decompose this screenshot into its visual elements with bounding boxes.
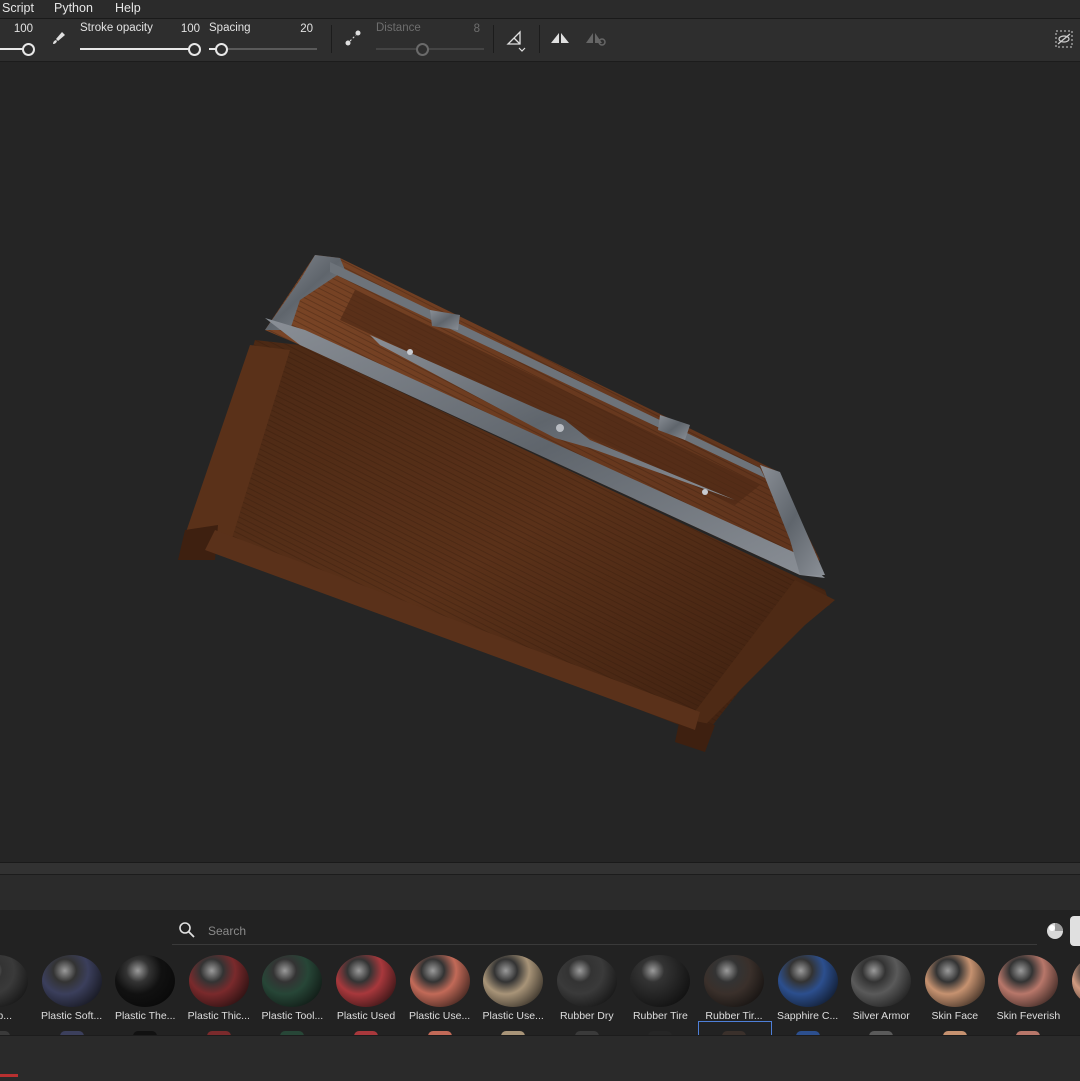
material-sphere [704,955,764,1007]
material-sphere [924,955,985,1007]
distance-handle[interactable] [416,43,429,56]
toolbar-divider [539,25,540,53]
material-label: Rubber Tire [632,1010,688,1022]
material-thumbnail[interactable]: Plastic Used [330,953,402,1033]
stroke-opacity-slider[interactable] [80,48,192,50]
material-label: Rubber Tir... [705,1010,763,1022]
material-sphere [409,955,470,1007]
symmetry-settings-icon[interactable] [584,27,606,49]
material-label: Skin... [1066,1010,1080,1022]
material-label: Rub... [0,1010,12,1022]
material-thumbnail[interactable]: Plastic The... [109,953,181,1033]
3d-viewport[interactable] [0,62,1080,862]
shelf-options-button[interactable] [1070,916,1080,946]
menu-bar: Script Python Help [0,0,1080,19]
stroke-opacity-handle[interactable] [188,43,201,56]
material-thumbnail[interactable]: Plastic Use... [477,953,549,1033]
material-label: Plastic Soft... [40,1010,103,1022]
menu-help[interactable]: Help [115,1,141,15]
material-thumbnail[interactable]: Plastic Use... [404,953,476,1033]
menu-script[interactable]: Script [2,1,34,15]
spacing-label: Spacing [209,22,251,34]
material-sphere [483,955,544,1007]
distance-value[interactable]: 8 [455,23,480,35]
material-sphere [41,955,102,1007]
material-thumbnail[interactable]: Rubber Tir... [698,953,772,1036]
material-sphere [115,955,176,1007]
material-sphere [998,955,1059,1007]
search-icon [178,921,196,944]
material-label: Plastic Used [336,1010,396,1022]
material-label: Plastic Tool... [261,1010,324,1022]
material-sphere [262,955,323,1007]
toolbar-divider [331,25,332,53]
material-label: Skin Feverish [996,1010,1061,1022]
material-sphere [556,955,617,1007]
wooden-chest-model [178,255,835,752]
symmetry-icon[interactable] [549,27,571,49]
brush-icon[interactable] [48,27,70,49]
menu-python[interactable]: Python [54,1,93,15]
material-label: Plastic The... [114,1010,176,1022]
alignment-icon[interactable] [505,27,527,52]
material-sphere [630,955,691,1007]
material-label: Silver Armor [852,1010,910,1022]
material-sphere [188,955,249,1007]
status-bar [0,1035,1080,1081]
material-thumbnail[interactable]: Silver Armor [845,953,917,1033]
material-label: Plastic Use... [482,1010,544,1022]
material-thumbnail[interactable]: Plastic Tool... [256,953,328,1033]
material-label: Plastic Thic... [187,1010,250,1022]
material-label: Skin Face [931,1010,979,1022]
material-label: Sapphire C... [776,1010,839,1022]
shelf-search-bar[interactable]: Search [172,916,1037,945]
material-thumbnail[interactable]: Skin Face [919,953,991,1033]
material-thumbnail[interactable]: Rub... [0,953,34,1033]
material-sphere [0,955,28,1007]
tool-properties-bar: 100 Stroke opacity 100 Spacing 20 Distan… [0,19,1080,62]
size-slider-handle[interactable] [22,43,35,56]
material-thumbnail[interactable]: Skin Feverish [992,953,1064,1033]
material-preview-icon[interactable] [1045,921,1065,946]
spacing-value[interactable]: 20 [285,23,313,35]
search-input[interactable]: Search [208,924,246,938]
material-sphere [1072,955,1080,1007]
stroke-opacity-label: Stroke opacity [80,22,153,34]
material-thumbnail[interactable]: Rubber Dry [551,953,623,1033]
material-thumbnail[interactable]: Sapphire C... [772,953,844,1033]
distance-slider[interactable] [376,48,484,50]
material-thumbnail[interactable]: Plastic Soft... [36,953,108,1033]
material-sphere [777,955,838,1007]
material-sphere [851,955,912,1007]
stroke-opacity-value[interactable]: 100 [170,23,200,35]
material-thumbnail[interactable]: Rubber Tire [624,953,696,1033]
size-value[interactable]: 100 [0,23,33,35]
spacing-handle[interactable] [215,43,228,56]
material-thumbnail[interactable]: Skin... [1066,953,1080,1033]
material-sphere [336,955,396,1007]
lazy-mouse-icon[interactable] [342,27,364,49]
material-thumbnail[interactable]: Plastic Thic... [183,953,255,1033]
shelf-tabs-bar [0,874,1080,911]
material-label: Rubber Dry [559,1010,614,1022]
distance-label: Distance [376,22,421,34]
error-indicator [0,1074,18,1077]
hide-overlay-icon[interactable] [1053,28,1075,50]
material-label: Plastic Use... [408,1010,471,1022]
toolbar-divider [493,25,494,53]
